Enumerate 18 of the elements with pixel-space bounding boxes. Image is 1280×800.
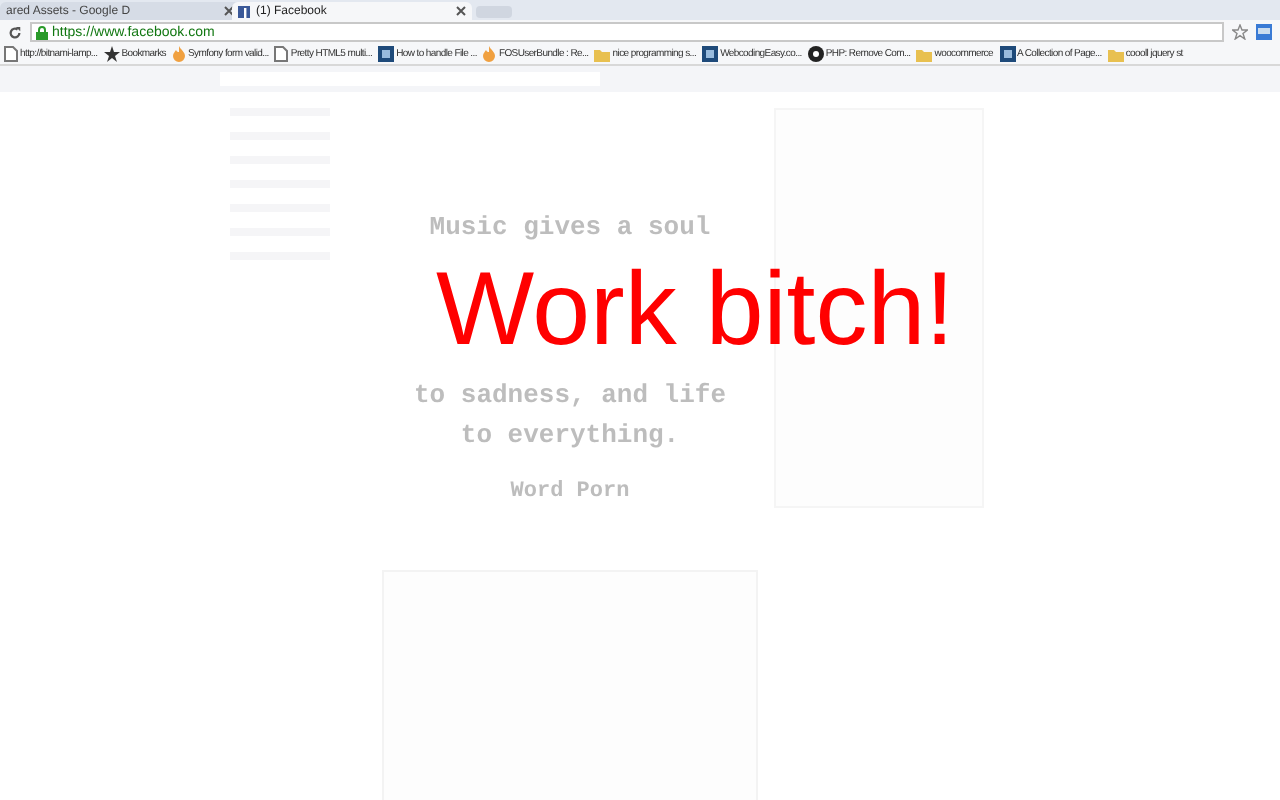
- site-icon: [702, 46, 719, 62]
- site-icon: [378, 46, 395, 62]
- quote-line: Music gives a soul: [429, 210, 711, 246]
- quote-line: to everything.: [460, 418, 680, 454]
- close-icon[interactable]: [456, 6, 466, 16]
- star-icon: [103, 46, 120, 62]
- quote-source: Word Porn: [510, 478, 630, 508]
- close-icon[interactable]: [224, 6, 234, 16]
- star-icon[interactable]: [1232, 24, 1248, 40]
- site-icon: [999, 46, 1015, 62]
- overlay-text: Work bitch!: [436, 258, 955, 362]
- flame-icon: [172, 46, 187, 62]
- lock-icon: [36, 25, 48, 39]
- quote-line: to sadness, and life: [413, 378, 727, 414]
- new-tab-button[interactable]: [476, 6, 512, 18]
- extension-icon[interactable]: [1256, 24, 1272, 40]
- reload-icon[interactable]: [8, 25, 22, 39]
- flame-icon: [482, 46, 497, 62]
